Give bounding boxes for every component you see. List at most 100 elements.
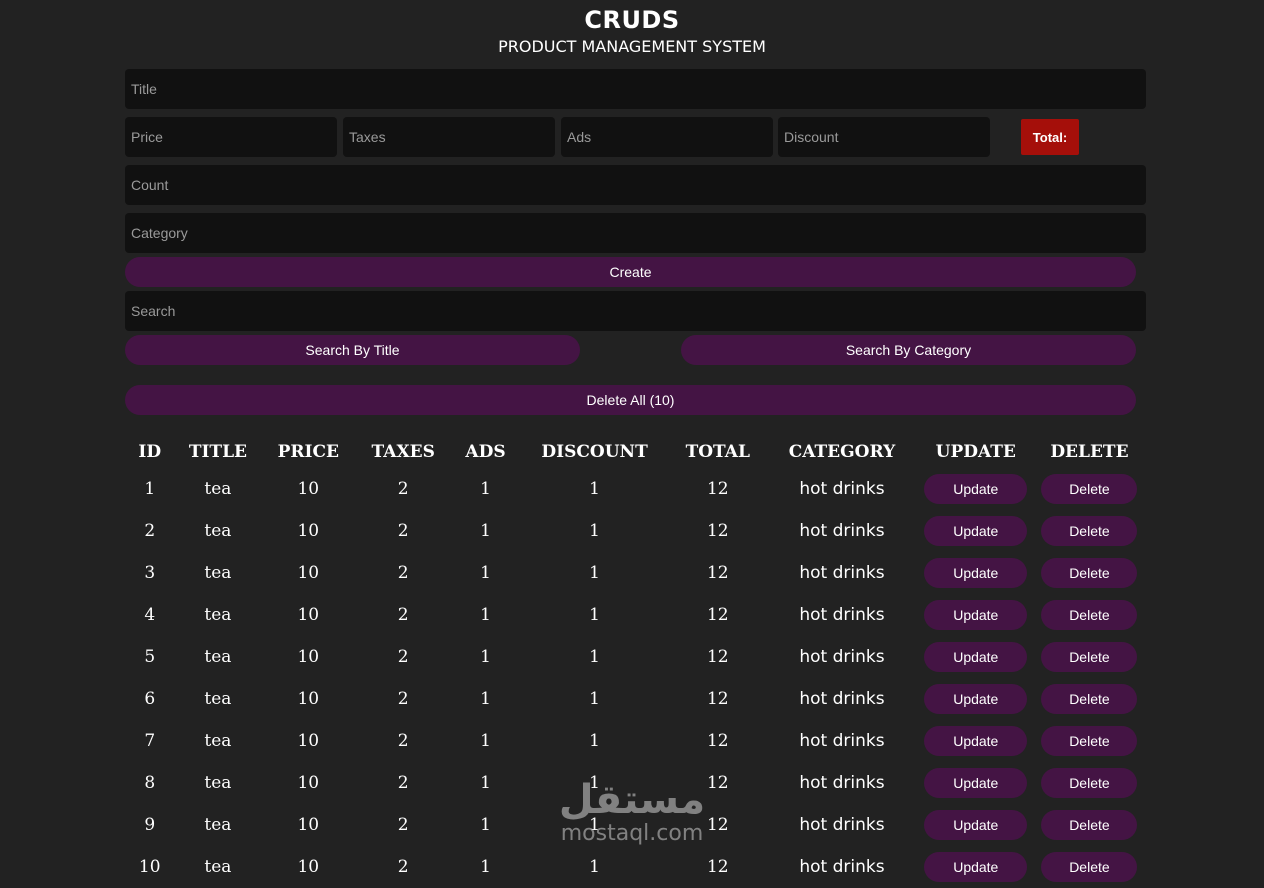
cell-category: hot drinks [799, 647, 885, 667]
header-update: UPDATE [935, 442, 1016, 462]
search-by-category-button[interactable]: Search By Category [681, 335, 1136, 365]
cell-delete: Delete [1034, 804, 1145, 846]
cell-price: 10 [297, 521, 320, 541]
update-button[interactable]: Update [924, 516, 1028, 546]
cell-title: tea [204, 689, 232, 709]
delete-button[interactable]: Delete [1041, 600, 1138, 630]
cell-total: 12 [706, 605, 729, 625]
cell-taxes: 2 [397, 731, 409, 751]
cell-title: tea [204, 857, 232, 877]
search-by-title-button[interactable]: Search By Title [125, 335, 580, 365]
table-body: 1 tea 10 2 1 1 12 hot drinks Update Delete 2 tea 10 2… [125, 468, 1145, 888]
discount-input[interactable] [778, 117, 990, 157]
cell-title: tea [204, 647, 232, 667]
cell-taxes: 2 [397, 815, 409, 835]
cell-price: 10 [297, 647, 320, 667]
cell-category: hot drinks [799, 563, 885, 583]
cell-update: Update [918, 594, 1034, 636]
update-button[interactable]: Update [924, 768, 1028, 798]
cell-price: 10 [297, 857, 320, 877]
cell-title: tea [204, 479, 232, 499]
cell-update: Update [918, 846, 1034, 888]
price-input[interactable] [125, 117, 337, 157]
cell-delete: Delete [1034, 510, 1145, 552]
delete-button[interactable]: Delete [1041, 558, 1138, 588]
cell-delete: Delete [1034, 594, 1145, 636]
header-id: ID [138, 442, 162, 462]
cell-ads: 1 [480, 521, 491, 541]
cell-taxes: 2 [397, 563, 409, 583]
cell-price: 10 [297, 563, 320, 583]
cell-id: 8 [144, 773, 156, 793]
header-category: CATEGORY [788, 442, 896, 462]
cell-delete: Delete [1034, 762, 1145, 804]
cell-id: 6 [144, 689, 156, 709]
delete-button[interactable]: Delete [1041, 852, 1138, 882]
table-row: 3 tea 10 2 1 1 12 hot drinks Update Delete [125, 552, 1145, 594]
cell-title: tea [204, 815, 232, 835]
app-title: CRUDS [584, 6, 680, 34]
count-input[interactable] [125, 165, 1146, 205]
cell-ads: 1 [480, 689, 491, 709]
ads-input[interactable] [561, 117, 773, 157]
cell-id: 1 [144, 479, 156, 499]
cell-taxes: 2 [397, 773, 409, 793]
delete-all-button[interactable]: Delete All (10) [125, 385, 1136, 415]
cell-ads: 1 [480, 857, 491, 877]
delete-button[interactable]: Delete [1041, 642, 1138, 672]
delete-button[interactable]: Delete [1041, 726, 1138, 756]
update-button[interactable]: Update [924, 810, 1028, 840]
cell-category: hot drinks [799, 857, 885, 877]
header-ads: ADS [465, 442, 506, 462]
cell-ads: 1 [480, 563, 491, 583]
cell-total: 12 [706, 815, 729, 835]
taxes-input[interactable] [343, 117, 555, 157]
search-input[interactable] [125, 291, 1146, 331]
update-button[interactable]: Update [924, 726, 1028, 756]
header-total: TOTAL [685, 442, 750, 462]
update-button[interactable]: Update [924, 684, 1028, 714]
update-button[interactable]: Update [924, 474, 1028, 504]
header-price: PRICE [277, 442, 339, 462]
cell-discount: 1 [589, 605, 600, 625]
update-button[interactable]: Update [924, 642, 1028, 672]
cell-discount: 1 [589, 647, 600, 667]
update-button[interactable]: Update [924, 558, 1028, 588]
table-row: 7 tea 10 2 1 1 12 hot drinks Update Delete [125, 720, 1145, 762]
cell-total: 12 [706, 773, 729, 793]
category-input[interactable] [125, 213, 1146, 253]
cell-category: hot drinks [799, 731, 885, 751]
delete-button[interactable]: Delete [1041, 684, 1138, 714]
cell-total: 12 [706, 479, 729, 499]
delete-button[interactable]: Delete [1041, 768, 1138, 798]
cell-taxes: 2 [397, 521, 409, 541]
cell-price: 10 [297, 689, 320, 709]
cell-delete: Delete [1034, 678, 1145, 720]
delete-button[interactable]: Delete [1041, 810, 1138, 840]
cell-total: 12 [706, 689, 729, 709]
title-input[interactable] [125, 69, 1146, 109]
cell-taxes: 2 [397, 479, 409, 499]
cell-discount: 1 [589, 689, 600, 709]
create-button[interactable]: Create [125, 257, 1136, 287]
table-row: 4 tea 10 2 1 1 12 hot drinks Update Delete [125, 594, 1145, 636]
cell-ads: 1 [480, 731, 491, 751]
update-button[interactable]: Update [924, 852, 1028, 882]
cell-delete: Delete [1034, 636, 1145, 678]
cell-ads: 1 [480, 773, 491, 793]
cell-ads: 1 [480, 815, 491, 835]
cell-delete: Delete [1034, 846, 1145, 888]
cell-id: 9 [144, 815, 156, 835]
delete-button[interactable]: Delete [1041, 474, 1138, 504]
header-taxes: TAXES [371, 442, 435, 462]
cell-discount: 1 [589, 857, 600, 877]
table-row: 2 tea 10 2 1 1 12 hot drinks Update Delete [125, 510, 1145, 552]
cell-delete: Delete [1034, 468, 1145, 510]
update-button[interactable]: Update [924, 600, 1028, 630]
cell-title: tea [204, 605, 232, 625]
cell-update: Update [918, 804, 1034, 846]
cell-id: 2 [144, 521, 156, 541]
delete-button[interactable]: Delete [1041, 516, 1138, 546]
cell-category: hot drinks [799, 479, 885, 499]
cell-price: 10 [297, 773, 320, 793]
